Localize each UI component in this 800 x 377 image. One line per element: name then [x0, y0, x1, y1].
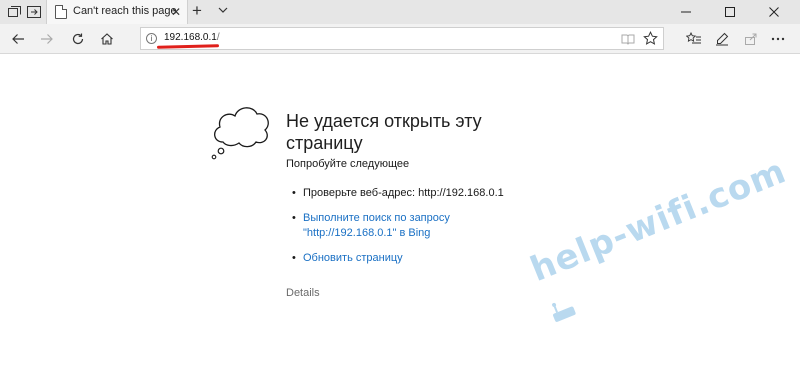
refresh-page-link[interactable]: Обновить страницу: [292, 251, 504, 266]
reading-view-icon[interactable]: [621, 32, 635, 51]
favorite-star-icon[interactable]: [643, 31, 658, 51]
tab-title: Can't reach this page: [73, 5, 177, 17]
details-link[interactable]: Details: [286, 287, 320, 299]
search-link-line1[interactable]: Выполните поиск по запросу: [303, 212, 450, 224]
info-icon[interactable]: i: [146, 33, 157, 44]
more-dots-icon[interactable]: [770, 31, 786, 47]
annotation-underline: [156, 44, 220, 49]
check-address-text: Проверьте веб-адрес: http://192.168.0.1: [303, 187, 504, 199]
address-bar[interactable]: i 192.168.0.1/: [140, 27, 664, 50]
watermark-text: help-wifi.com: [525, 151, 792, 290]
back-arrow-icon[interactable]: [10, 31, 26, 47]
watermark-wifi-icon: [548, 296, 578, 331]
minimize-icon[interactable]: [664, 0, 708, 24]
page-icon: [55, 5, 67, 19]
set-tabs-aside-icon[interactable]: [6, 4, 22, 20]
refresh-link-text[interactable]: Обновить страницу: [303, 252, 403, 264]
list-item-check-address: Проверьте веб-адрес: http://192.168.0.1: [292, 186, 504, 201]
home-icon[interactable]: [99, 31, 115, 47]
tab-active[interactable]: Can't reach this page ✕: [46, 0, 188, 24]
address-text[interactable]: 192.168.0.1/: [164, 32, 220, 43]
close-window-icon[interactable]: [752, 0, 796, 24]
favorites-hub-icon[interactable]: [686, 31, 702, 47]
error-title: Не удается открыть эту страницу: [286, 111, 482, 153]
search-link-line2[interactable]: "http://192.168.0.1" в Bing: [303, 227, 430, 239]
address-host: 192.168.0.1: [164, 32, 217, 43]
navigation-bar: i 192.168.0.1/: [0, 24, 800, 54]
web-note-pen-icon[interactable]: [714, 31, 730, 47]
tab-preview-icon[interactable]: [26, 4, 42, 20]
title-bar: Can't reach this page ✕ +: [0, 0, 800, 24]
try-following-label: Попробуйте следующее: [286, 158, 410, 170]
new-tab-icon[interactable]: +: [192, 1, 202, 21]
suggestion-list: Проверьте веб-адрес: http://192.168.0.1 …: [292, 186, 504, 276]
address-path: /: [216, 32, 220, 43]
chevron-down-icon[interactable]: [216, 3, 230, 22]
share-icon[interactable]: [743, 31, 759, 47]
close-tab-icon[interactable]: ✕: [171, 4, 181, 20]
search-bing-link[interactable]: Выполните поиск по запросу "http://192.1…: [292, 211, 504, 241]
cloud-icon: [209, 100, 273, 167]
maximize-icon[interactable]: [708, 0, 752, 24]
forward-arrow-icon[interactable]: [39, 31, 55, 47]
refresh-icon[interactable]: [70, 31, 86, 47]
